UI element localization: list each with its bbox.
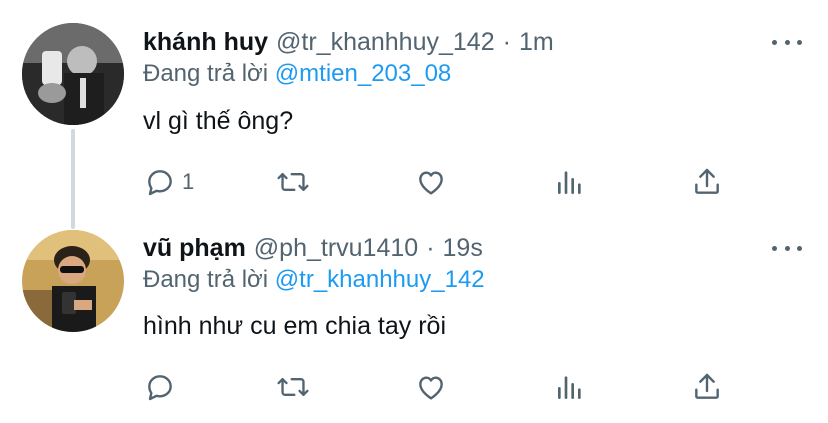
reply-count: 1 [182,169,195,194]
avatar[interactable] [22,230,124,332]
replying-to-label: Đang trả lời [143,266,269,293]
like-icon [415,371,447,403]
avatar[interactable] [22,23,124,125]
share-icon [691,166,723,198]
separator-dot: · [502,27,511,56]
share-button[interactable] [691,162,723,202]
share-button[interactable] [691,367,723,407]
user-handle[interactable]: @ph_trvu1410 [254,234,418,263]
analytics-button[interactable] [555,162,585,202]
replying-to-mention[interactable]: @tr_khanhhuy_142 [275,266,485,293]
reply-button[interactable] [144,367,182,407]
replying-to: Đang trả lời @mtien_203_08 [143,60,451,88]
like-icon [415,166,447,198]
tweet-header: vũ phạm @ph_trvu1410 · 19s [143,230,483,266]
tweet-text: vl gì thế ông? [143,107,294,135]
tweet-header: khánh huy @tr_khanhhuy_142 · 1m [143,24,554,60]
retweet-button[interactable] [276,162,310,202]
retweet-icon [276,166,310,198]
separator-dot: · [426,233,435,262]
like-button[interactable] [415,367,447,407]
reply-icon [144,371,176,403]
analytics-icon [555,371,585,403]
action-bar: 1 [0,162,828,202]
like-button[interactable] [415,162,447,202]
more-icon[interactable] [772,236,802,260]
tweet[interactable]: vũ phạm @ph_trvu1410 · 19s Đang trả lời … [0,212,828,423]
tweet-text: hình như cu em chia tay rồi [143,312,447,340]
replying-to: Đang trả lời @tr_khanhhuy_142 [143,266,485,294]
display-name[interactable]: vũ phạm [143,234,246,263]
replying-to-label: Đang trả lời [143,60,269,87]
retweet-icon [276,371,310,403]
action-bar [0,367,828,407]
share-icon [691,371,723,403]
reply-button[interactable]: 1 [144,162,194,202]
user-handle[interactable]: @tr_khanhhuy_142 [276,28,495,57]
reply-icon [144,166,176,198]
retweet-button[interactable] [276,367,310,407]
timestamp[interactable]: 1m [519,28,554,57]
analytics-button[interactable] [555,367,585,407]
tweet[interactable]: khánh huy @tr_khanhhuy_142 · 1m Đang trả… [0,0,828,229]
display-name[interactable]: khánh huy [143,28,268,57]
timestamp[interactable]: 19s [443,234,483,263]
replying-to-mention[interactable]: @mtien_203_08 [275,60,451,87]
analytics-icon [555,166,585,198]
more-icon[interactable] [772,30,802,54]
reply-thread: khánh huy @tr_khanhhuy_142 · 1m Đang trả… [0,0,828,423]
